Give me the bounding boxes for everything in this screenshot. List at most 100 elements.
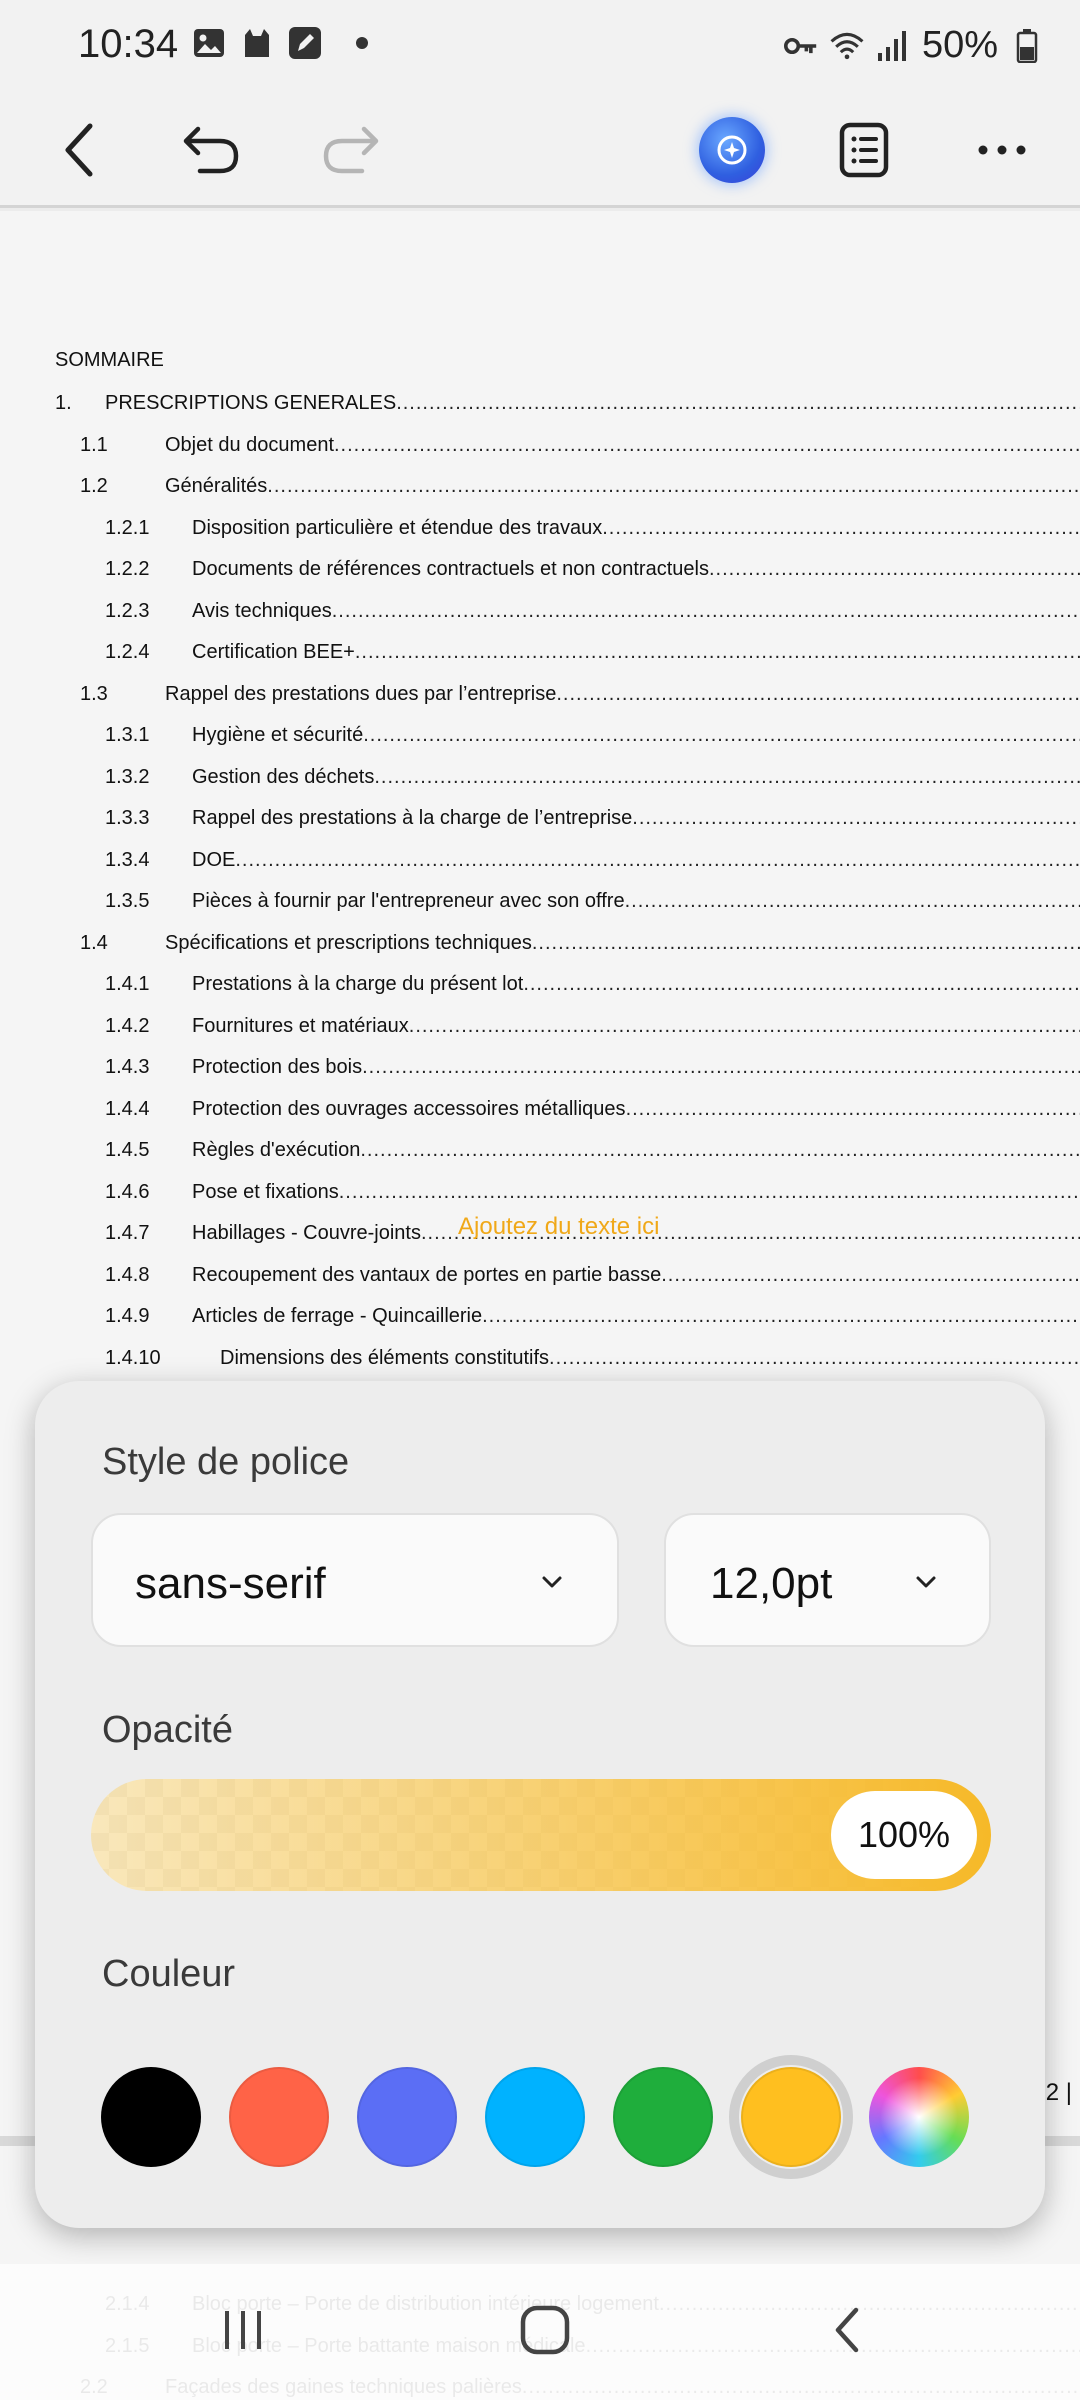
- toc-entry-text: Recoupement des vantaux de portes en par…: [192, 1263, 662, 1286]
- toc-entry-number: 1.4.1: [105, 973, 150, 995]
- toc-entry-text-wrap: Objet du document.......................…: [165, 434, 1080, 457]
- toc-entry[interactable]: 1.3.4 DOE................................…: [0, 849, 1080, 879]
- toc-entry[interactable]: 1.4.3 Protection des bois................…: [0, 1056, 1080, 1086]
- font-size-dropdown[interactable]: 12,0pt: [664, 1513, 991, 1647]
- toc-entry-number: 1.2: [80, 475, 108, 497]
- font-family-dropdown[interactable]: sans-serif: [91, 1513, 619, 1647]
- toc-entry[interactable]: 1.4.6 Pose et fixations..................…: [0, 1181, 1080, 1211]
- undo-button[interactable]: [172, 110, 252, 190]
- toc-entry-number: 1.3: [80, 682, 108, 705]
- toc-leader-dots: ........................................…: [602, 516, 1080, 539]
- toc-entry-text: Spécifications et prescriptions techniqu…: [165, 931, 532, 954]
- toc-entry-text: Gestion des déchets: [192, 765, 375, 788]
- toc-entry[interactable]: 1.3.5 Pièces à fournir par l'entrepreneur…: [0, 890, 1080, 920]
- toc-entry-text: Généralités: [165, 475, 268, 497]
- toc-entry[interactable]: 1.1 Objet du document....................…: [0, 434, 1080, 464]
- toc-entry[interactable]: 1.4.1 Prestations à la charge du présent …: [0, 973, 1080, 1003]
- ai-assist-button[interactable]: [692, 110, 772, 190]
- toc-leader-dots: ........................................…: [354, 641, 1080, 663]
- undo-icon: [183, 126, 239, 174]
- opacity-label: Opacité: [102, 1709, 233, 1751]
- font-size-value: 12,0pt: [710, 1559, 833, 1608]
- toc-entry[interactable]: 1.4 Spécifications et prescriptions techn…: [0, 932, 1080, 962]
- toc-entry-number: 1.4.10: [105, 1346, 161, 1369]
- toc-entry[interactable]: 1.2.4 Certification BEE+.................…: [0, 641, 1080, 671]
- toc-leader-dots: ........................................…: [549, 1346, 1080, 1369]
- toc-entry[interactable]: 1.4.8 Recoupement des vantaux de portes e…: [0, 1264, 1080, 1294]
- toc-entry-number: 1.4.5: [105, 1139, 150, 1161]
- toc-entry[interactable]: 1.4.4 Protection des ouvrages accessoires…: [0, 1098, 1080, 1128]
- color-label: Couleur: [102, 1953, 236, 1995]
- dot-icon: [356, 37, 368, 49]
- add-text-placeholder[interactable]: Ajoutez du texte ici: [458, 1213, 659, 1241]
- color-swatch[interactable]: [741, 2067, 841, 2167]
- toc-entry[interactable]: 1.2 Généralités..........................…: [0, 475, 1080, 505]
- opacity-slider-thumb[interactable]: 100%: [831, 1791, 977, 1879]
- toc-entry[interactable]: 1.4.9 Articles de ferrage - Quincaillerie…: [0, 1305, 1080, 1335]
- toc-entry-text: Pièces à fournir par l'entrepreneur avec…: [192, 890, 625, 912]
- cat-icon: [240, 26, 274, 60]
- toc-entry-text-wrap: Protection des bois.....................…: [192, 1056, 1080, 1079]
- gallery-icon: [192, 26, 226, 60]
- color-swatch[interactable]: [485, 2067, 585, 2167]
- toc-entry[interactable]: 1. PRESCRIPTIONS GENERALES...............…: [0, 392, 1080, 422]
- toc-entry-number: 1.1: [80, 433, 108, 456]
- toc-entry-number: 1.2.3: [105, 599, 150, 622]
- list-view-button[interactable]: [824, 110, 904, 190]
- toc-leader-dots: ........................................…: [396, 392, 1080, 414]
- toc-entry-text-wrap: PRESCRIPTIONS GENERALES.................…: [105, 392, 1080, 415]
- more-options-button[interactable]: [962, 110, 1042, 190]
- color-picker-icon[interactable]: [869, 2067, 969, 2167]
- toc-entry-number: 1.4.4: [105, 1097, 150, 1120]
- home-button[interactable]: [510, 2300, 580, 2360]
- toc-leader-dots: ........................................…: [632, 807, 1080, 829]
- toc-entry[interactable]: 1.4.2 Fournitures et matériaux...........…: [0, 1015, 1080, 1045]
- toc-entry[interactable]: 1.4.10 Dimensions des éléments constituti…: [0, 1347, 1080, 1377]
- toc-entry[interactable]: 1.2.3 Avis techniques....................…: [0, 600, 1080, 630]
- top-toolbar: [0, 92, 1080, 208]
- toc-entry-number: 1.: [55, 392, 72, 414]
- opacity-slider[interactable]: 100%: [91, 1779, 991, 1891]
- toc-entry-text-wrap: Gestion des déchets.....................…: [192, 766, 1080, 789]
- color-swatch[interactable]: [357, 2067, 457, 2167]
- toc-entry[interactable]: 1.3.1 Hygiène et sécurité................…: [0, 724, 1080, 754]
- font-family-value: sans-serif: [135, 1559, 326, 1608]
- toc-entry[interactable]: 1.2.1 Disposition particulière et étendue…: [0, 517, 1080, 547]
- toc-entry-number: 1.4.2: [105, 1014, 150, 1037]
- status-icons-left: [192, 26, 368, 60]
- toc-entry[interactable]: 1.3 Rappel des prestations dues par l’ent…: [0, 683, 1080, 713]
- toc-leader-dots: ........................................…: [362, 1056, 1080, 1078]
- toc-leader-dots: ........................................…: [523, 973, 1080, 995]
- recents-button[interactable]: [208, 2300, 278, 2360]
- toc-entry-text: Règles d'exécution: [192, 1139, 361, 1161]
- toc-entry-text: Rappel des prestations à la charge de l’…: [192, 807, 633, 829]
- signal-icon: [876, 29, 910, 63]
- toc-entry-text-wrap: Articles de ferrage - Quincaillerie.....…: [192, 1305, 1080, 1328]
- color-swatch[interactable]: [229, 2067, 329, 2167]
- back-nav-icon: [835, 2307, 859, 2353]
- toc-entry[interactable]: 1.2.2 Documents de références contractuel…: [0, 558, 1080, 588]
- toc-entry[interactable]: 1.3.3 Rappel des prestations à la charge …: [0, 807, 1080, 837]
- toc-entry-number: 1.4.9: [105, 1305, 150, 1327]
- toc-entry[interactable]: 1.4.5 Règles d'exécution.................…: [0, 1139, 1080, 1169]
- toc-entry-text: Rappel des prestations dues par l’entrep…: [165, 682, 557, 705]
- wifi-icon: [830, 29, 864, 63]
- font-style-label: Style de police: [102, 1441, 350, 1483]
- toc-entry[interactable]: 1.3.2 Gestion des déchets................…: [0, 766, 1080, 796]
- color-swatch[interactable]: [613, 2067, 713, 2167]
- toc-entry-number: 1.4.8: [105, 1263, 150, 1286]
- toc-leader-dots: ........................................…: [363, 724, 1080, 746]
- more-icon: [978, 145, 1026, 155]
- toc-entry-text-wrap: Pose et fixations.......................…: [192, 1181, 1080, 1204]
- toc-entry-text: Documents de références contractuels et …: [192, 558, 709, 580]
- toc-entry-text: Objet du document: [165, 433, 334, 456]
- toc-leader-dots: ........................................…: [331, 599, 1080, 622]
- color-swatch[interactable]: [101, 2067, 201, 2167]
- toc-entry-number: 1.3.1: [105, 724, 150, 746]
- battery-percent: 50%: [921, 24, 998, 66]
- back-button[interactable]: [40, 110, 120, 190]
- redo-button[interactable]: [310, 110, 390, 190]
- back-nav-button[interactable]: [812, 2300, 882, 2360]
- text-style-panel: Style de police sans-serif 12,0pt Opacit…: [35, 1381, 1045, 2228]
- toc-entry-text-wrap: Fournitures et matériaux................…: [192, 1015, 1080, 1038]
